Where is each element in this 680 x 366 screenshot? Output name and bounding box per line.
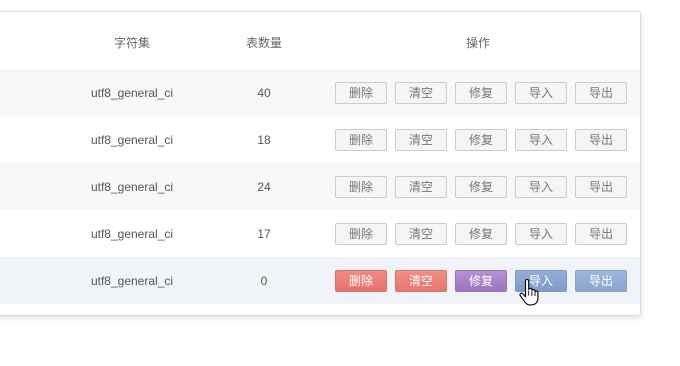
row-actions: 删除 清空 修复 导入 导出	[335, 163, 627, 210]
table-count-cell: 40	[257, 85, 271, 100]
table-count-cell: 17	[257, 226, 271, 241]
charset-cell: utf8_general_ci	[90, 226, 174, 241]
table-row: utf8_general_ci 18 删除 清空 修复 导入 导出	[0, 116, 640, 163]
export-button[interactable]: 导出	[575, 269, 627, 292]
row-actions: 删除 清空 修复 导入 导出	[335, 210, 627, 257]
charset-cell: utf8_general_ci	[90, 273, 174, 288]
delete-button[interactable]: 删除	[335, 81, 387, 104]
table-row: utf8_general_ci 40 删除 清空 修复 导入 导出	[0, 69, 640, 116]
row-actions: 删除 清空 修复 导入 导出	[335, 116, 627, 163]
export-button[interactable]: 导出	[575, 81, 627, 104]
clear-button[interactable]: 清空	[395, 175, 447, 198]
import-button[interactable]: 导入	[515, 175, 567, 198]
export-button[interactable]: 导出	[575, 222, 627, 245]
export-button[interactable]: 导出	[575, 128, 627, 151]
row-actions: 删除 清空 修复 导入 导出	[335, 69, 627, 116]
delete-button[interactable]: 删除	[335, 128, 387, 151]
header-charset: 字符集	[113, 36, 150, 50]
header-table-count: 表数量	[245, 36, 282, 50]
import-button[interactable]: 导入	[515, 81, 567, 104]
export-button[interactable]: 导出	[575, 175, 627, 198]
delete-button[interactable]: 删除	[335, 175, 387, 198]
table-count-cell: 24	[257, 179, 271, 194]
repair-button[interactable]: 修复	[455, 222, 507, 245]
clear-button[interactable]: 清空	[395, 81, 447, 104]
repair-button[interactable]: 修复	[455, 175, 507, 198]
delete-button[interactable]: 删除	[335, 269, 387, 292]
row-actions: 删除 清空 修复 导入 导出	[335, 257, 627, 304]
table-row: utf8_general_ci 24 删除 清空 修复 导入 导出	[0, 163, 640, 210]
charset-cell: utf8_general_ci	[90, 132, 174, 147]
import-button[interactable]: 导入	[515, 128, 567, 151]
clear-button[interactable]: 清空	[395, 269, 447, 292]
repair-button[interactable]: 修复	[455, 81, 507, 104]
charset-cell: utf8_general_ci	[90, 85, 174, 100]
database-table-panel: 字符集 表数量 操作 utf8_general_ci 40 删除 清空 修复 导…	[0, 11, 641, 316]
charset-cell: utf8_general_ci	[90, 179, 174, 194]
header-operations: 操作	[465, 36, 490, 50]
hand-pointer-icon	[519, 279, 539, 306]
clear-button[interactable]: 清空	[395, 128, 447, 151]
repair-button[interactable]: 修复	[455, 128, 507, 151]
table-row-hovered: utf8_general_ci 0 删除 清空 修复 导入 导出	[0, 257, 640, 304]
delete-button[interactable]: 删除	[335, 222, 387, 245]
table-row: utf8_general_ci 17 删除 清空 修复 导入 导出	[0, 210, 640, 257]
table-count-cell: 0	[260, 273, 268, 288]
table-count-cell: 18	[257, 132, 271, 147]
clear-button[interactable]: 清空	[395, 222, 447, 245]
repair-button[interactable]: 修复	[455, 269, 507, 292]
table-header: 字符集 表数量 操作	[0, 12, 640, 69]
import-button[interactable]: 导入	[515, 222, 567, 245]
